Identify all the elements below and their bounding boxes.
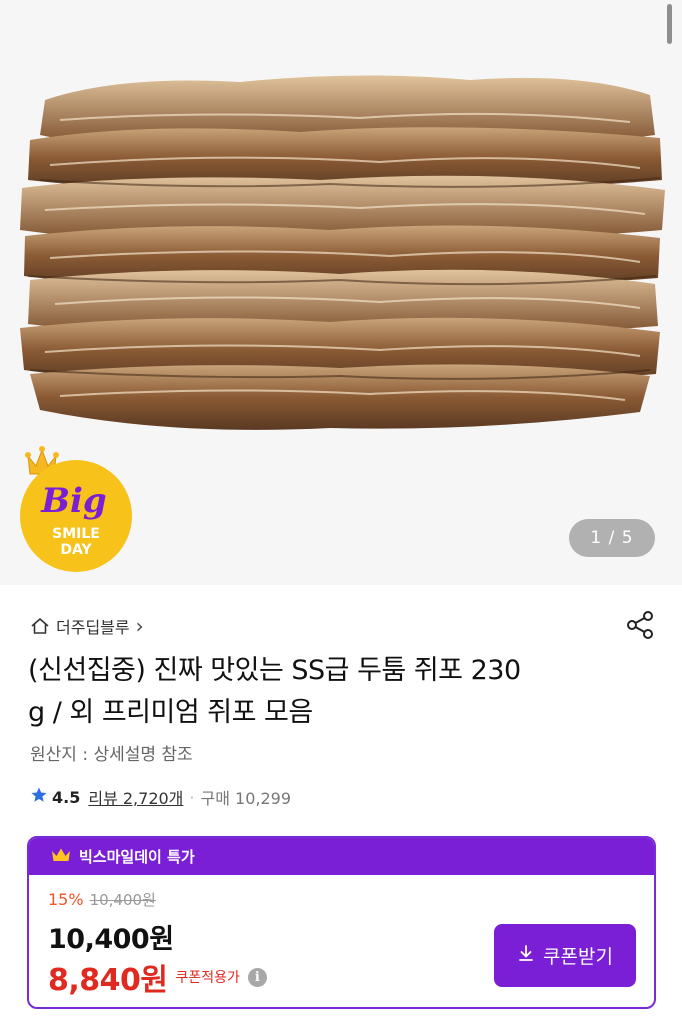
crown-icon: [51, 847, 71, 867]
share-button[interactable]: [624, 608, 658, 642]
store-link[interactable]: 더주딥블루 ›: [30, 613, 144, 639]
deal-box: 빅스마일데이 특가 15% 10,400원 10,400원 8,840원 쿠폰적…: [27, 836, 656, 1009]
product-title-line-2: g / 외 프리미엄 쥐포 모음: [28, 697, 313, 728]
scroll-indicator: [667, 4, 672, 44]
rating-score: 4.5: [52, 787, 81, 807]
product-title: (신선집중) 진짜 맛있는 SS급 두툼 쥐포 230 g / 외 프리미엄 쥐…: [28, 650, 628, 734]
purchase-count: 구매 10,299: [200, 789, 292, 808]
home-icon: [30, 616, 50, 636]
star-icon: [30, 786, 48, 808]
coupon-price: 8,840원: [48, 963, 168, 998]
coupon-price-label: 쿠폰적용가: [175, 970, 240, 986]
rating-row: 4.5 리뷰 2,720개 · 구매 10,299: [30, 785, 291, 809]
image-pager: 1 / 5: [569, 519, 655, 557]
get-coupon-label: 쿠폰받기: [543, 946, 613, 968]
download-icon: [517, 944, 535, 967]
svg-text:SMILE: SMILE: [52, 526, 100, 542]
discount-rate: 15%: [48, 890, 84, 909]
svg-text:Big: Big: [40, 481, 106, 521]
store-name: 더주딥블루: [56, 618, 130, 637]
coupon-price-row: 8,840원 쿠폰적용가 i: [48, 955, 267, 999]
get-coupon-button[interactable]: 쿠폰받기: [494, 924, 636, 987]
product-title-line-1: (신선집중) 진짜 맛있는 SS급 두툼 쥐포 230: [28, 655, 521, 686]
review-link[interactable]: 리뷰 2,720개: [88, 785, 183, 809]
info-icon[interactable]: i: [247, 967, 267, 987]
original-price: 10,400원: [89, 891, 156, 909]
deal-header-label: 빅스마일데이 특가: [79, 848, 195, 866]
big-smile-day-badge: Big SMILE DAY: [18, 442, 140, 578]
separator: ·: [189, 787, 195, 807]
svg-text:DAY: DAY: [60, 542, 92, 558]
product-image-carousel[interactable]: Big SMILE DAY 1 / 5: [0, 0, 682, 585]
deal-header: 빅스마일데이 특가: [29, 838, 654, 875]
chevron-right-icon: ›: [135, 614, 144, 638]
share-icon: [627, 611, 653, 639]
discount-row: 15% 10,400원: [48, 889, 156, 910]
sale-price: 10,400원: [48, 924, 174, 955]
product-photo: [20, 75, 665, 430]
origin-info: 원산지 : 상세설명 참조: [30, 745, 193, 765]
